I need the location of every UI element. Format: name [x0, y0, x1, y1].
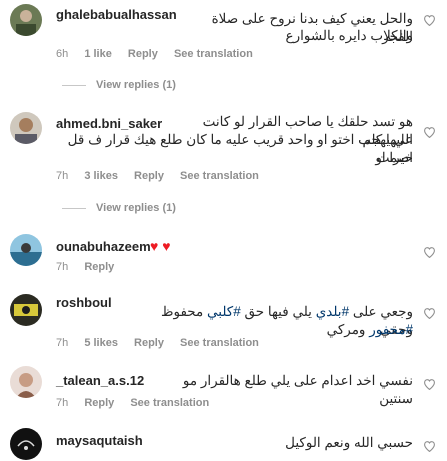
hashtag-link[interactable]: #محفور — [369, 322, 413, 337]
comment-text: ومركي — [326, 322, 370, 337]
comment-meta: 7h 5 likes Reply See translation — [56, 337, 272, 349]
username[interactable]: ounabuhazeem — [56, 239, 151, 254]
comment-meta: 7h Reply — [56, 261, 127, 273]
see-translation-button[interactable]: See translation — [130, 397, 209, 409]
likes-count[interactable]: 1 like — [84, 48, 112, 60]
view-replies-button[interactable]: View replies (1) — [62, 202, 176, 214]
comment-text: ♥ ♥ — [150, 238, 184, 254]
username[interactable]: _talean_a.s.12 — [56, 373, 144, 388]
reply-button[interactable]: Reply — [134, 170, 164, 182]
like-heart-icon[interactable] — [423, 14, 436, 26]
reply-button[interactable]: Reply — [134, 337, 164, 349]
like-heart-icon[interactable] — [423, 246, 436, 258]
reply-button[interactable]: Reply — [84, 397, 114, 409]
comment-text: حسبي الله ونعم الوكيل — [285, 435, 413, 450]
view-replies-button[interactable]: View replies (1) — [62, 79, 176, 91]
like-heart-icon[interactable] — [423, 126, 436, 138]
like-heart-icon[interactable] — [423, 440, 436, 452]
see-translation-button[interactable]: See translation — [180, 337, 259, 349]
avatar[interactable] — [10, 234, 42, 266]
divider — [62, 84, 86, 86]
avatar[interactable] — [10, 4, 42, 36]
comment-text-line3: اصمت — [376, 150, 413, 165]
username[interactable]: roshboul — [56, 295, 112, 310]
see-translation-button[interactable]: See translation — [180, 170, 259, 182]
heart-emoji: ♥ ♥ — [150, 238, 171, 254]
avatar[interactable] — [10, 366, 42, 398]
comment-meta: 6h 1 like Reply See translation — [56, 48, 266, 60]
avatar[interactable] — [10, 294, 42, 326]
comment-meta: 7h Reply See translation — [56, 397, 222, 409]
reply-button[interactable]: Reply — [128, 48, 158, 60]
timestamp: 7h — [56, 397, 69, 409]
comment-text-line2: والكلاب دايره بالشوارع — [285, 28, 413, 43]
like-heart-icon[interactable] — [423, 378, 436, 390]
timestamp: 7h — [56, 170, 69, 182]
comment-text: يلي فيها حق — [240, 304, 316, 319]
see-translation-button[interactable]: See translation — [174, 48, 253, 60]
comment-meta: 7h 3 likes Reply See translation — [56, 170, 272, 182]
timestamp: 7h — [56, 337, 69, 349]
likes-count[interactable]: 3 likes — [84, 170, 118, 182]
hashtag-link[interactable]: #بلدي — [316, 304, 349, 319]
like-heart-icon[interactable] — [423, 307, 436, 319]
avatar[interactable] — [10, 112, 42, 144]
username[interactable]: maysaqutaish — [56, 433, 143, 448]
timestamp: 6h — [56, 48, 69, 60]
avatar[interactable] — [10, 428, 42, 460]
comment-text: وجعي على — [349, 304, 413, 319]
reply-button[interactable]: Reply — [84, 261, 114, 273]
divider — [62, 207, 86, 209]
likes-count[interactable]: 5 likes — [84, 337, 118, 349]
timestamp: 7h — [56, 261, 69, 273]
username[interactable]: ahmed.bni_saker — [56, 116, 162, 131]
hashtag-link[interactable]: #كلبي — [207, 304, 241, 319]
